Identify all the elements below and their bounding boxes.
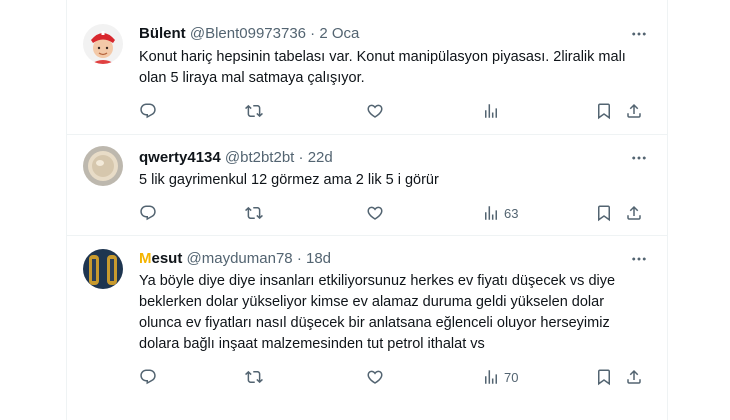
reply-button[interactable] (139, 203, 157, 223)
tweet[interactable]: qwerty4134 @bt2bt2bt · 22d 5 lik gayrime… (67, 134, 667, 236)
timestamp[interactable]: 2 Oca (319, 25, 359, 42)
views-icon (482, 102, 500, 120)
avatar[interactable] (83, 24, 123, 64)
timeline: Bülent @Blent09973736 · 2 Oca Konut hari… (66, 0, 668, 420)
like-icon (366, 204, 384, 222)
timestamp[interactable]: 22d (308, 149, 333, 166)
reply-icon (139, 368, 157, 386)
separator-dot: · (296, 250, 302, 267)
retweet-icon (245, 204, 263, 222)
more-icon[interactable] (629, 249, 649, 269)
tweet-header: Bülent @Blent09973736 · 2 Oca (139, 24, 359, 44)
tweet-header: Mesut @mayduman78 · 18d (139, 249, 331, 269)
avatar[interactable] (83, 146, 123, 186)
name-logo-m: M (139, 250, 152, 267)
retweet-icon (245, 102, 263, 120)
views-count: 70 (504, 369, 519, 385)
more-icon[interactable] (629, 148, 649, 168)
views-icon (482, 368, 500, 386)
bookmark-icon (595, 368, 613, 386)
share-icon (625, 102, 643, 120)
like-button[interactable] (366, 203, 384, 223)
bookmark-icon (595, 204, 613, 222)
tweet[interactable]: Mesut @mayduman78 · 18d Ya böyle diye di… (67, 235, 667, 420)
timestamp[interactable]: 18d (306, 250, 331, 267)
display-name[interactable]: Mesut (139, 250, 182, 267)
retweet-button[interactable] (245, 367, 263, 387)
user-handle[interactable]: @Blent09973736 (190, 25, 306, 42)
like-icon (366, 368, 384, 386)
separator-dot: · (298, 149, 304, 166)
bookmark-button[interactable] (595, 101, 613, 121)
retweet-button[interactable] (245, 203, 263, 223)
bookmark-button[interactable] (595, 203, 613, 223)
bookmark-button[interactable] (595, 367, 613, 387)
bookmark-icon (595, 102, 613, 120)
tweet-text: Konut hariç hepsinin tabelası var. Konut… (139, 49, 626, 86)
like-button[interactable] (366, 101, 384, 121)
like-button[interactable] (366, 367, 384, 387)
reply-icon (139, 102, 157, 120)
avatar[interactable] (83, 249, 123, 289)
reply-button[interactable] (139, 101, 157, 121)
views-button[interactable]: 70 (482, 367, 518, 387)
display-name[interactable]: Bülent (139, 25, 186, 42)
separator-dot: · (310, 25, 316, 42)
action-bar: 63 (139, 203, 649, 223)
share-icon (625, 368, 643, 386)
display-name[interactable]: qwerty4134 (139, 149, 221, 166)
share-button[interactable] (625, 101, 643, 121)
action-bar: 70 (139, 367, 649, 387)
reply-icon (139, 204, 157, 222)
more-icon[interactable] (629, 24, 649, 44)
retweet-button[interactable] (245, 101, 263, 121)
retweet-icon (245, 368, 263, 386)
share-button[interactable] (625, 367, 643, 387)
user-handle[interactable]: @mayduman78 (187, 250, 293, 267)
tweet[interactable]: Bülent @Blent09973736 · 2 Oca Konut hari… (67, 0, 667, 135)
action-bar (139, 101, 649, 121)
views-icon (482, 204, 500, 222)
share-icon (625, 204, 643, 222)
views-count: 63 (504, 205, 519, 221)
user-handle[interactable]: @bt2bt2bt (225, 149, 294, 166)
tweet-header: qwerty4134 @bt2bt2bt · 22d (139, 148, 333, 168)
like-icon (366, 102, 384, 120)
views-button[interactable] (482, 101, 504, 121)
tweet-text: Ya böyle diye diye insanları etkiliyorsu… (139, 273, 616, 352)
tweet-text: 5 lik gayrimenkul 12 görmez ama 2 lik 5 … (139, 172, 439, 188)
share-button[interactable] (625, 203, 643, 223)
reply-button[interactable] (139, 367, 157, 387)
views-button[interactable]: 63 (482, 203, 518, 223)
